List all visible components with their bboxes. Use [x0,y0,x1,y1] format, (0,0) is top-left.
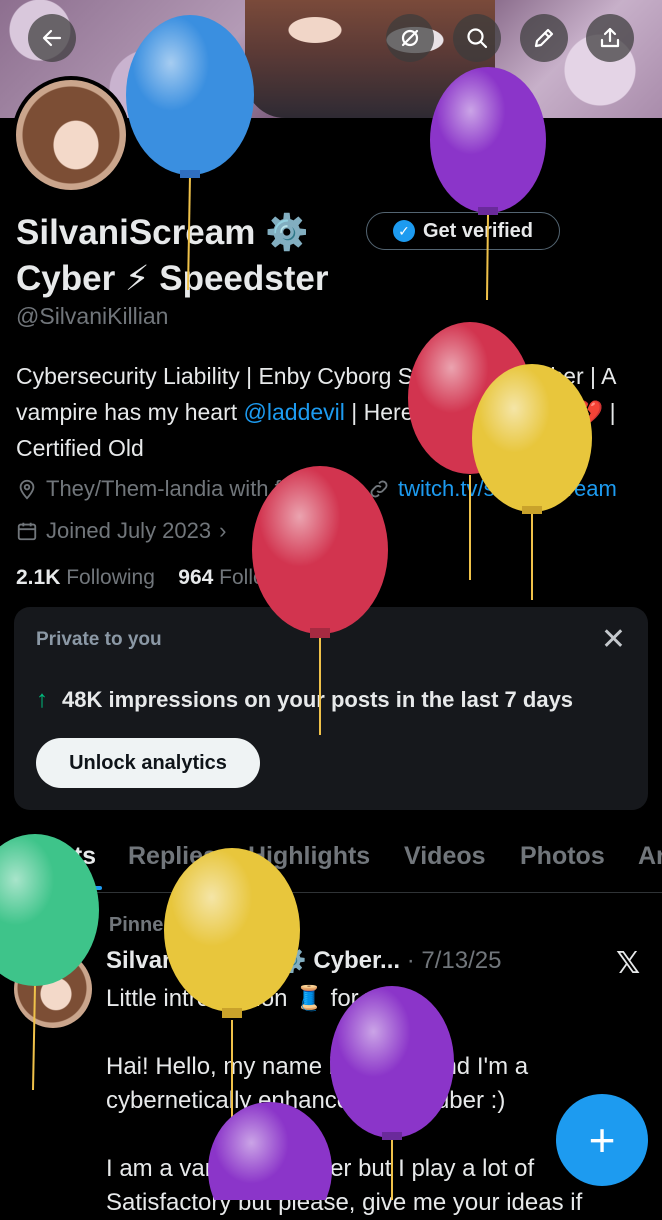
private-card-title: Private to you [36,629,162,650]
post-author-name[interactable]: SilvaniScream ⚙️ Cyber... [106,947,400,974]
share-icon [600,27,620,48]
mute-button[interactable] [386,14,434,62]
location-pin-icon [19,479,35,500]
post-body[interactable]: Little introduction 🧵 for y'all Hai! Hel… [106,982,646,1220]
display-name: SilvaniScream ⚙️ Cyber ⚡ Speedster [16,210,328,302]
follow-stats: 2.1K Following 964 Followers [16,566,309,590]
avatar-image [16,80,126,190]
back-button[interactable] [28,14,76,62]
joined-row[interactable]: Joined July 2023 › [16,518,226,544]
tab-videos[interactable]: Videos [404,842,486,871]
tab-highlights[interactable]: Highlights [248,842,370,871]
profile-tabs: Posts Replies Highlights Videos Photos A… [0,836,662,893]
banner-artwork [245,0,495,118]
link-icon [370,480,388,498]
post-author-avatar[interactable] [14,950,92,1028]
search-button[interactable] [453,14,501,62]
followers-link[interactable]: 964 Followers [178,566,309,589]
pinned-label-row: 📌 Pinned [72,913,176,938]
website-row[interactable]: twitch.tv/silvaniscream [368,476,617,502]
share-button[interactable] [586,14,634,62]
tab-articles[interactable]: Ar [638,842,662,871]
search-icon [467,28,488,49]
tab-replies[interactable]: Replies [128,842,217,871]
verified-badge-icon: ✓ [392,220,415,242]
unlock-analytics-button[interactable]: Unlock analytics [36,738,260,788]
followers-label: Followers [219,566,310,589]
profile-handle: @SilvaniKillian [16,303,169,329]
following-label: Following [66,566,155,589]
get-verified-label: Get verified [422,219,534,242]
post-date[interactable]: · 7/13/25 [407,947,502,974]
compose-post-button[interactable]: + [556,1094,648,1186]
post-header: SilvaniScream ⚙️ Cyber... · 7/13/25 [106,946,501,975]
impressions-row: ↑ 48K impressions on your posts in the l… [36,686,573,714]
impressions-text: 48K impressions on your posts in the las… [62,687,574,712]
display-name-line1: SilvaniScream ⚙️ [16,213,309,252]
website-link[interactable]: twitch.tv/silvaniscream [398,476,617,502]
followers-count: 964 [178,566,214,589]
mute-icon [401,29,419,47]
back-arrow-icon [42,29,62,47]
profile-avatar[interactable] [12,76,130,194]
following-link[interactable]: 2.1K Following [16,566,155,589]
following-count: 2.1K [16,566,61,589]
chevron-right-icon: › [219,518,227,543]
get-verified-button[interactable]: ✓ Get verified [366,212,560,250]
close-icon[interactable]: ✕ [601,625,626,655]
tab-photos[interactable]: Photos [520,842,605,871]
location-text: They/Them-landia with fries [46,476,317,501]
arrow-up-icon: ↑ [36,686,48,713]
joined-text: Joined July 2023 [46,518,212,543]
active-tab-indicator [22,886,102,890]
pinned-label: Pinned [108,914,176,936]
location-row: They/Them-landia with fries [16,476,316,502]
pin-icon: 📌 [72,915,97,937]
profile-bio: Cybersecurity Liability | Enby Cyborg Sp… [16,358,646,466]
display-name-line2: Cyber ⚡ Speedster [16,259,329,298]
tab-posts[interactable]: Posts [28,842,96,871]
private-analytics-card: Private to you ✕ ↑ 48K impressions on yo… [14,607,648,810]
bio-mention-link[interactable]: @laddevil [244,399,345,425]
edit-button[interactable] [520,14,568,62]
x-logo-icon: 𝕏 [616,947,641,980]
edit-icon [534,28,554,48]
calendar-icon [17,522,37,541]
